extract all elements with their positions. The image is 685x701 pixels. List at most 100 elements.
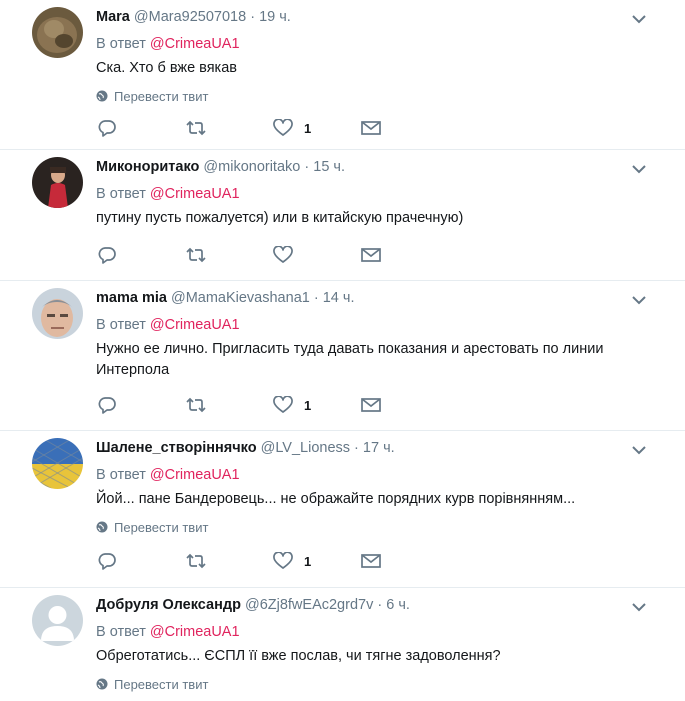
timestamp[interactable]: 15 ч. [313, 159, 345, 175]
envelope-icon [361, 554, 381, 568]
tweet[interactable]: Добруля Олександр @6Zj8fwEAc2grd7v · 6 ч… [0, 588, 685, 701]
like-count: 1 [304, 553, 312, 569]
message-button[interactable] [361, 553, 381, 569]
reply-button[interactable] [97, 246, 185, 264]
like-count: 1 [304, 397, 312, 413]
heart-icon [273, 246, 293, 263]
tweet[interactable]: mama mia @MamaKievashana1 · 14 ч. В отве… [0, 281, 685, 431]
display-name[interactable]: Mara [96, 9, 130, 25]
tweet-header: Добруля Олександр @6Zj8fwEAc2grd7v · 6 ч… [96, 596, 643, 614]
reply-icon [98, 120, 116, 137]
reply-mention[interactable]: @CrimeaUA1 [150, 467, 240, 483]
timestamp[interactable]: 19 ч. [259, 9, 291, 25]
heart-icon [273, 119, 293, 136]
retweet-button[interactable] [185, 396, 273, 414]
reply-context: В ответ @CrimeaUA1 [96, 623, 643, 641]
tweet-actions [97, 236, 643, 274]
retweet-icon [186, 247, 206, 263]
retweet-icon [186, 397, 206, 413]
display-name[interactable]: Миконоритако [96, 159, 199, 175]
reply-mention[interactable]: @CrimeaUA1 [150, 317, 240, 333]
reply-button[interactable] [97, 552, 185, 570]
timestamp[interactable]: 17 ч. [363, 440, 395, 456]
avatar[interactable] [32, 157, 83, 208]
like-button[interactable]: 1 [273, 396, 361, 414]
separator-dot: · [313, 290, 319, 306]
message-button[interactable] [361, 247, 381, 263]
translate-tweet[interactable]: Перевести твит [96, 676, 643, 692]
avatar[interactable] [32, 438, 83, 489]
reply-prefix: В ответ [96, 624, 146, 640]
avatar[interactable] [32, 288, 83, 339]
chevron-down-icon[interactable] [629, 12, 649, 26]
avatar[interactable] [32, 7, 83, 58]
globe-icon [96, 678, 108, 690]
reply-prefix: В ответ [96, 467, 146, 483]
user-handle[interactable]: @LV_Lioness [261, 440, 350, 456]
translate-tweet[interactable]: Перевести твит [96, 88, 643, 104]
tweet-text: Нужно ее лично. Пригласить туда давать п… [96, 341, 604, 378]
reply-context: В ответ @CrimeaUA1 [96, 185, 643, 203]
tweet-actions: 1 [97, 386, 643, 424]
reply-prefix: В ответ [96, 317, 146, 333]
globe-icon [96, 521, 108, 533]
reply-context: В ответ @CrimeaUA1 [96, 35, 643, 53]
separator-dot: · [377, 597, 383, 613]
avatar[interactable] [32, 595, 83, 646]
translate-tweet[interactable]: Перевести твит [96, 519, 643, 535]
tweet-actions: 1 [97, 109, 643, 147]
user-handle[interactable]: @6Zj8fwEAc2grd7v [245, 597, 373, 613]
retweet-button[interactable] [185, 246, 273, 264]
reply-prefix: В ответ [96, 186, 146, 202]
chevron-down-icon[interactable] [629, 162, 649, 176]
heart-icon [273, 552, 293, 569]
tweet[interactable]: Миконоритако @mikonoritako · 15 ч. В отв… [0, 150, 685, 281]
tweet-actions: 1 [97, 542, 643, 580]
retweet-button[interactable] [185, 552, 273, 570]
globe-icon [96, 90, 108, 102]
chevron-down-icon[interactable] [629, 443, 649, 457]
like-count: 1 [304, 120, 312, 136]
timestamp[interactable]: 6 ч. [386, 597, 410, 613]
timestamp[interactable]: 14 ч. [323, 290, 355, 306]
display-name[interactable]: Шалене_створіннячко [96, 440, 257, 456]
reply-mention[interactable]: @CrimeaUA1 [150, 36, 240, 52]
like-button[interactable]: 1 [273, 119, 361, 137]
user-handle[interactable]: @mikonoritako [203, 159, 300, 175]
separator-dot: · [354, 440, 359, 456]
display-name[interactable]: mama mia [96, 290, 167, 306]
chevron-down-icon[interactable] [629, 600, 649, 614]
reply-icon [98, 247, 116, 264]
user-handle[interactable]: @MamaKievashana1 [171, 290, 310, 306]
message-button[interactable] [361, 397, 381, 413]
message-button[interactable] [361, 120, 381, 136]
chevron-down-icon[interactable] [629, 293, 649, 307]
like-button[interactable]: 1 [273, 552, 361, 570]
reply-button[interactable] [97, 396, 185, 414]
reply-context: В ответ @CrimeaUA1 [96, 466, 643, 484]
user-handle[interactable]: @Mara92507018 [134, 9, 246, 25]
tweet-header: Mara @Mara92507018 · 19 ч. [96, 8, 643, 26]
separator-dot: · [304, 159, 310, 175]
tweet-header: mama mia @MamaKievashana1 · 14 ч. [96, 289, 643, 307]
tweet[interactable]: Mara @Mara92507018 · 19 ч. В ответ @Crim… [0, 0, 685, 150]
tweet-text: Ска. Хто б вже вякав [96, 60, 237, 76]
separator-dot: · [250, 9, 256, 25]
like-button[interactable] [273, 246, 361, 264]
tweet-text: Обреготатись... ЄСПЛ її вже послав, чи т… [96, 648, 501, 664]
reply-mention[interactable]: @CrimeaUA1 [150, 186, 240, 202]
translate-label: Перевести твит [114, 88, 209, 104]
retweet-button[interactable] [185, 119, 273, 137]
reply-mention[interactable]: @CrimeaUA1 [150, 624, 240, 640]
translate-label: Перевести твит [114, 519, 209, 535]
reply-prefix: В ответ [96, 36, 146, 52]
tweet[interactable]: Шалене_створіннячко @LV_Lioness · 17 ч. … [0, 431, 685, 588]
reply-icon [98, 553, 116, 570]
tweet-text: Йой... пане Бандеровець... не ображайте … [96, 491, 576, 507]
retweet-icon [186, 120, 206, 136]
heart-icon [273, 396, 293, 413]
retweet-icon [186, 553, 206, 569]
reply-button[interactable] [97, 119, 185, 137]
display-name[interactable]: Добруля Олександр [96, 597, 241, 613]
reply-feed: Mara @Mara92507018 · 19 ч. В ответ @Crim… [0, 0, 685, 701]
